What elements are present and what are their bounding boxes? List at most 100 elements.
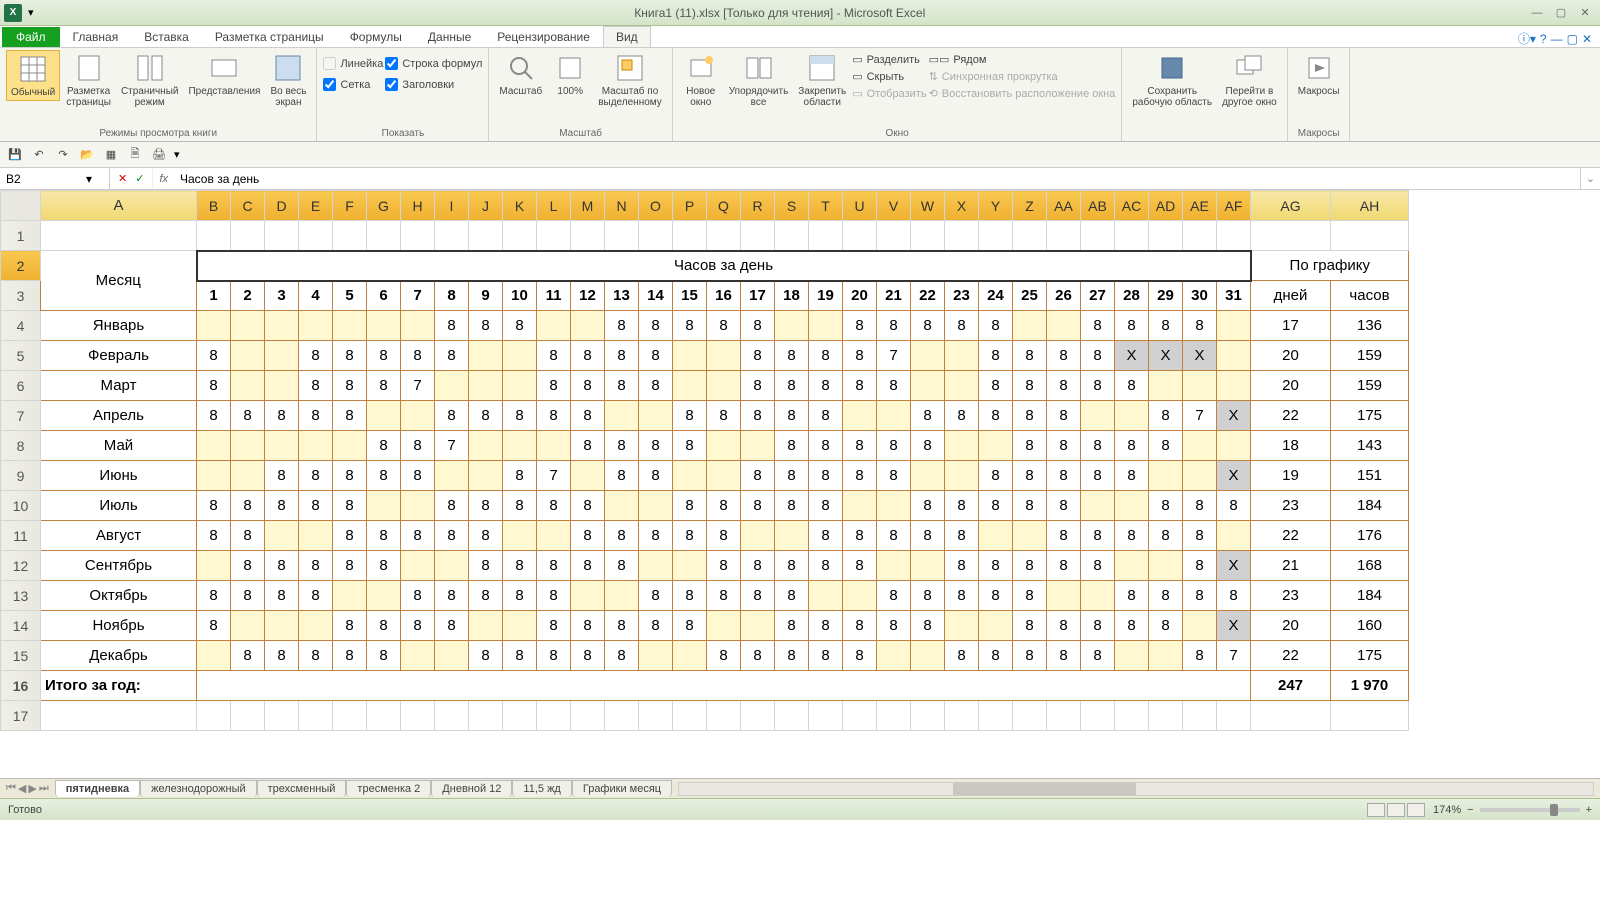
cell-day-value[interactable]	[843, 491, 877, 521]
cell-day-value[interactable]	[265, 341, 299, 371]
cell-day-value[interactable]: 8	[1047, 371, 1081, 401]
cell[interactable]	[673, 221, 707, 251]
cell-day-value[interactable]	[673, 371, 707, 401]
cell-day-value[interactable]: 8	[605, 521, 639, 551]
cell-day-value[interactable]: 8	[333, 551, 367, 581]
cell-day-value[interactable]	[639, 641, 673, 671]
cell-day-value[interactable]	[1183, 611, 1217, 641]
cell-day-value[interactable]	[469, 371, 503, 401]
cell-day-value[interactable]	[435, 461, 469, 491]
cell-day-number[interactable]: 28	[1115, 281, 1149, 311]
cell-day-value[interactable]: 8	[1183, 641, 1217, 671]
cell-day-value[interactable]	[367, 311, 401, 341]
cell-day-value[interactable]: 8	[843, 611, 877, 641]
switch-window-button[interactable]: Перейти в другое окно	[1218, 50, 1281, 110]
cell-day-value[interactable]	[571, 581, 605, 611]
cell[interactable]	[333, 701, 367, 731]
cell-day-value[interactable]	[367, 491, 401, 521]
cell-day-value[interactable]	[469, 611, 503, 641]
cell-day-number[interactable]: 20	[843, 281, 877, 311]
row-header[interactable]: 12	[1, 551, 41, 581]
cell[interactable]	[843, 221, 877, 251]
cell-day-value[interactable]: 8	[1047, 431, 1081, 461]
cell-day-value[interactable]	[435, 641, 469, 671]
cell[interactable]	[367, 221, 401, 251]
cell-day-value[interactable]	[265, 311, 299, 341]
cell-day-number[interactable]: 14	[639, 281, 673, 311]
cell[interactable]	[401, 701, 435, 731]
cell-day-value[interactable]: 8	[299, 401, 333, 431]
cell-day-value[interactable]	[1149, 551, 1183, 581]
cell-day-value[interactable]: 8	[1115, 431, 1149, 461]
cell-day-value[interactable]: 8	[809, 431, 843, 461]
cell[interactable]	[979, 221, 1013, 251]
cell[interactable]	[537, 221, 571, 251]
cell-day-value[interactable]	[333, 431, 367, 461]
sheet-tab[interactable]: Графики месяц	[572, 780, 672, 797]
cell-day-value[interactable]: 8	[911, 581, 945, 611]
cell-day-value[interactable]: 8	[979, 311, 1013, 341]
name-box[interactable]: ▾	[0, 168, 110, 189]
cell[interactable]	[741, 701, 775, 731]
cell-day-value[interactable]	[1013, 311, 1047, 341]
cell-day-value[interactable]	[231, 311, 265, 341]
cell-day-value[interactable]: 8	[775, 341, 809, 371]
cell-day-value[interactable]: 8	[299, 641, 333, 671]
column-header[interactable]: G	[367, 191, 401, 221]
cell-hours-total[interactable]: 159	[1331, 371, 1409, 401]
cell-day-value[interactable]: 8	[299, 371, 333, 401]
freeze-panes-button[interactable]: Закрепить области	[794, 50, 850, 110]
formula-bar-checkbox[interactable]: Строка формул	[385, 56, 482, 71]
qat-dropdown-icon[interactable]: ▾	[174, 148, 180, 161]
cell[interactable]	[503, 701, 537, 731]
cell[interactable]	[469, 221, 503, 251]
cell-day-number[interactable]: 18	[775, 281, 809, 311]
cell-day-value[interactable]: 8	[945, 491, 979, 521]
cell-day-value[interactable]: X	[1217, 461, 1251, 491]
cell-day-value[interactable]: 7	[1183, 401, 1217, 431]
cell-day-value[interactable]: 8	[197, 341, 231, 371]
cell-day-value[interactable]: 8	[231, 521, 265, 551]
cell-month-header[interactable]: Месяц	[41, 251, 197, 311]
cell-day-value[interactable]: 8	[435, 401, 469, 431]
cell-day-value[interactable]: 8	[231, 551, 265, 581]
cell-day-number[interactable]: 11	[537, 281, 571, 311]
cell-day-value[interactable]	[1149, 641, 1183, 671]
cell-hours-total[interactable]: 160	[1331, 611, 1409, 641]
column-header[interactable]: W	[911, 191, 945, 221]
cell-day-value[interactable]: 8	[1183, 551, 1217, 581]
cell-day-value[interactable]: 8	[503, 551, 537, 581]
cell-day-value[interactable]: 8	[809, 521, 843, 551]
cell-day-value[interactable]	[537, 311, 571, 341]
cell-day-value[interactable]	[911, 641, 945, 671]
row-header[interactable]: 10	[1, 491, 41, 521]
cell-day-value[interactable]	[775, 521, 809, 551]
cell-day-value[interactable]	[911, 371, 945, 401]
cell-day-value[interactable]: 8	[1047, 551, 1081, 581]
cell-day-value[interactable]	[571, 461, 605, 491]
column-header[interactable]: M	[571, 191, 605, 221]
cell-day-value[interactable]: 8	[367, 431, 401, 461]
cell-year-hours-total[interactable]: 1 970	[1331, 671, 1409, 701]
cell-day-value[interactable]	[843, 401, 877, 431]
cell-day-value[interactable]: 8	[741, 461, 775, 491]
cell[interactable]	[843, 701, 877, 731]
cell-day-value[interactable]: 8	[265, 461, 299, 491]
next-sheet-icon[interactable]: ▶	[28, 782, 36, 795]
cell[interactable]	[1251, 701, 1331, 731]
cell-hours-total[interactable]: 175	[1331, 401, 1409, 431]
cell-day-value[interactable]: 8	[843, 461, 877, 491]
cell[interactable]	[673, 701, 707, 731]
cell-day-value[interactable]: 8	[367, 521, 401, 551]
cell-day-value[interactable]: 7	[435, 431, 469, 461]
cell-days-total[interactable]: 23	[1251, 491, 1331, 521]
cell-day-value[interactable]: 8	[1013, 611, 1047, 641]
cell[interactable]	[197, 221, 231, 251]
cell-day-value[interactable]: 8	[945, 521, 979, 551]
cell-day-value[interactable]: X	[1217, 551, 1251, 581]
cell-day-value[interactable]: 8	[605, 551, 639, 581]
cell-day-value[interactable]	[401, 641, 435, 671]
cell-day-value[interactable]: 8	[197, 611, 231, 641]
cell-day-value[interactable]: 8	[809, 491, 843, 521]
cell-day-value[interactable]: 8	[673, 611, 707, 641]
